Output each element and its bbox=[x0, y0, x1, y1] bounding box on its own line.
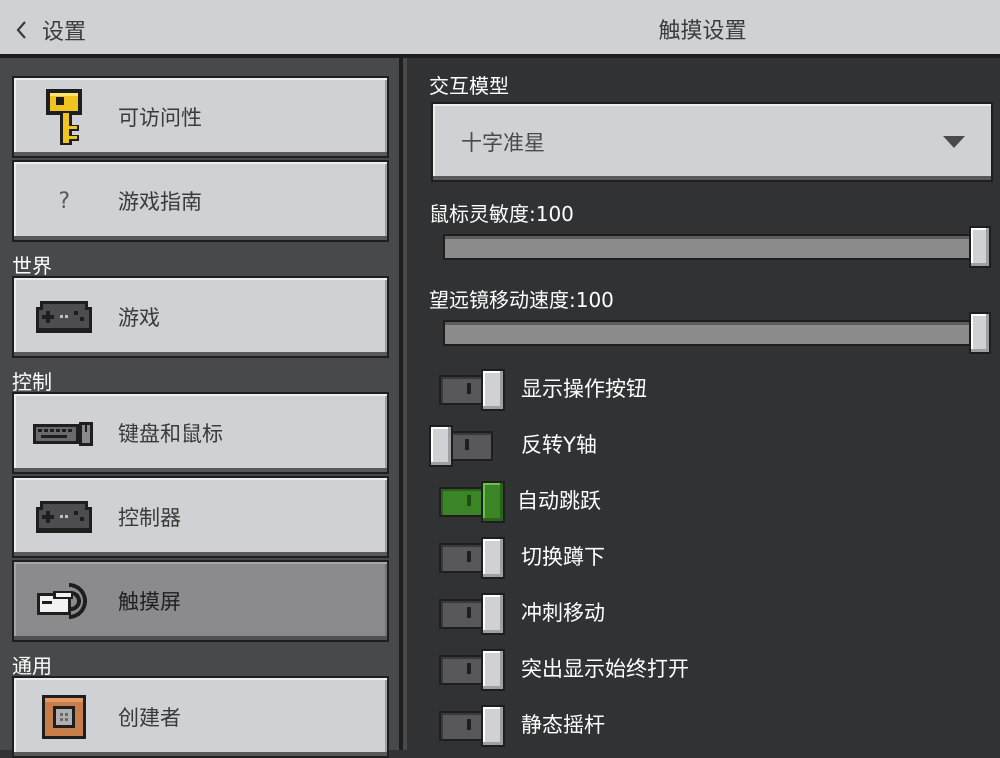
toggle-row-toggle-crouch: 切换蹲下 bbox=[437, 534, 605, 579]
toggle-row-auto-jump: 自动跳跃 bbox=[437, 478, 601, 523]
invert-y-axis-toggle[interactable] bbox=[429, 422, 501, 467]
key-icon bbox=[32, 85, 96, 149]
chevron-down-icon bbox=[943, 136, 965, 148]
toggle-row-static-joystick: 静态摇杆 bbox=[437, 702, 605, 747]
mouse-sensitivity-label: 鼠标灵敏度:100 bbox=[429, 202, 574, 226]
toggle-label: 切换蹲下 bbox=[521, 545, 605, 569]
gamepad-icon bbox=[32, 485, 96, 549]
sidebar-item-label: 可访问性 bbox=[118, 106, 202, 130]
touch-hand-icon bbox=[32, 569, 96, 633]
sidebar-item-how-to-play[interactable]: ? 游戏指南 bbox=[12, 160, 389, 242]
sidebar-item-label: 创建者 bbox=[118, 706, 181, 730]
chevron-left-icon bbox=[16, 21, 26, 39]
sprint-move-toggle[interactable] bbox=[437, 590, 505, 635]
keyboard-mouse-icon bbox=[32, 401, 96, 465]
gamepad-icon bbox=[32, 285, 96, 349]
toggle-row-invert-y-axis: 反转Y轴 bbox=[429, 422, 597, 467]
command-block-icon bbox=[32, 685, 96, 749]
toggle-label: 突出显示始终打开 bbox=[521, 657, 689, 681]
mouse-sensitivity-slider[interactable] bbox=[443, 234, 991, 260]
question-icon: ? bbox=[57, 188, 71, 214]
sidebar-item-touch[interactable]: 触摸屏 bbox=[12, 560, 389, 642]
touch-settings-panel: 交互模型 十字准星 鼠标灵敏度:100 望远镜移动速度:100 显示操作按钮 反… bbox=[403, 58, 1000, 750]
sidebar-item-creator[interactable]: 创建者 bbox=[12, 676, 389, 758]
toggle-label: 冲刺移动 bbox=[521, 601, 605, 625]
toggle-label: 静态摇杆 bbox=[521, 713, 605, 737]
interaction-model-label: 交互模型 bbox=[429, 74, 509, 98]
toggle-crouch-toggle[interactable] bbox=[437, 534, 505, 579]
sidebar-item-game[interactable]: 游戏 bbox=[12, 276, 389, 358]
back-button[interactable]: 设置 bbox=[14, 12, 86, 48]
show-action-buttons-toggle[interactable] bbox=[437, 366, 505, 411]
spyglass-speed-slider-thumb[interactable] bbox=[969, 312, 991, 354]
sidebar-item-label: 控制器 bbox=[118, 506, 181, 530]
mouse-sensitivity-slider-thumb[interactable] bbox=[969, 226, 991, 268]
spyglass-speed-slider[interactable] bbox=[443, 320, 991, 346]
sidebar-item-keyboard-mouse[interactable]: 键盘和鼠标 bbox=[12, 392, 389, 474]
sidebar-item-controller[interactable]: 控制器 bbox=[12, 476, 389, 558]
header-bar: 设置 触摸设置 bbox=[0, 0, 1000, 58]
interaction-model-value: 十字准星 bbox=[461, 131, 545, 155]
interaction-model-dropdown[interactable]: 十字准星 bbox=[431, 102, 993, 182]
section-heading-general: 通用 bbox=[12, 654, 52, 678]
page-title: 触摸设置 bbox=[658, 19, 747, 44]
highlight-always-on-toggle[interactable] bbox=[437, 646, 505, 691]
sidebar-item-label: 键盘和鼠标 bbox=[118, 422, 223, 446]
toggle-label: 显示操作按钮 bbox=[521, 377, 647, 401]
settings-sidebar: 可访问性 ? 游戏指南 世界 游戏 控制 键盘和鼠标 控制器 触摸屏 通用 创建… bbox=[0, 58, 403, 758]
section-heading-controls: 控制 bbox=[12, 370, 52, 394]
spyglass-speed-label: 望远镜移动速度:100 bbox=[429, 288, 614, 312]
auto-jump-toggle[interactable] bbox=[437, 478, 505, 523]
sidebar-item-label: 触摸屏 bbox=[118, 590, 181, 614]
sidebar-item-accessibility[interactable]: 可访问性 bbox=[12, 76, 389, 158]
sidebar-item-label: 游戏指南 bbox=[118, 190, 202, 214]
section-heading-world: 世界 bbox=[12, 254, 52, 278]
sidebar-item-label: 游戏 bbox=[118, 306, 160, 330]
toggle-row-show-action-buttons: 显示操作按钮 bbox=[437, 366, 647, 411]
back-button-label: 设置 bbox=[42, 20, 87, 45]
toggle-label: 反转Y轴 bbox=[521, 433, 597, 457]
toggle-row-highlight-always-on: 突出显示始终打开 bbox=[437, 646, 689, 691]
toggle-row-sprint-move: 冲刺移动 bbox=[437, 590, 605, 635]
static-joystick-toggle[interactable] bbox=[437, 702, 505, 747]
toggle-label: 自动跳跃 bbox=[517, 489, 601, 513]
